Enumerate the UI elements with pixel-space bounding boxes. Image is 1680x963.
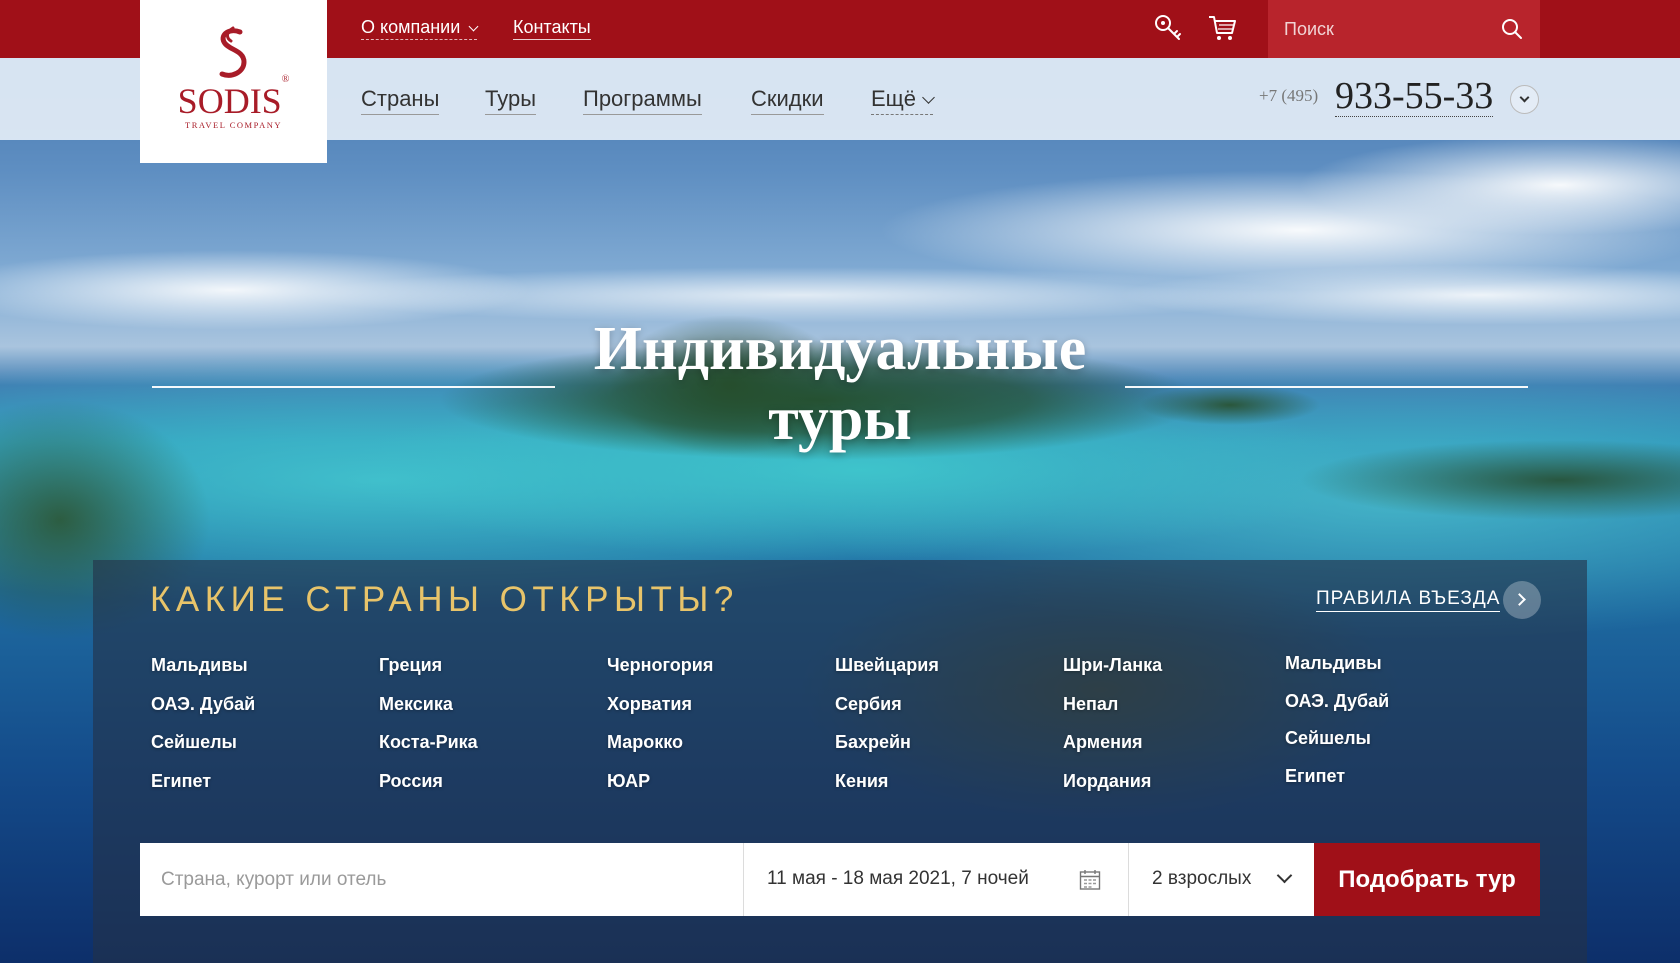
country-link[interactable]: Греция	[379, 654, 478, 693]
guests-value: 2 взрослых	[1152, 868, 1252, 889]
country-link[interactable]: Россия	[379, 770, 478, 809]
hero-title: Индивидуальные туры	[560, 314, 1120, 454]
country-link[interactable]: Черногория	[607, 654, 713, 693]
chevron-down-icon	[1519, 92, 1530, 103]
country-link[interactable]: Мальдивы	[1285, 652, 1389, 690]
cart-icon[interactable]	[1206, 12, 1238, 44]
country-link[interactable]: Армения	[1063, 731, 1162, 770]
chevron-right-icon	[1513, 593, 1526, 606]
country-column-6: Мальдивы ОАЭ. Дубай Сейшелы Египет	[1285, 652, 1389, 802]
nav-item-programs[interactable]: Программы	[583, 86, 702, 115]
search-icon[interactable]	[1500, 17, 1524, 41]
phone-number[interactable]: 933-55-33	[1335, 76, 1494, 117]
country-column-5: Шри-Ланка Непал Армения Иордания	[1063, 654, 1162, 808]
logo[interactable]: SODIS® TRAVEL COMPANY	[140, 0, 327, 163]
chevron-down-icon	[1276, 867, 1293, 884]
logo-tagline: TRAVEL COMPANY	[185, 120, 282, 130]
date-range-value: 11 мая - 18 мая 2021, 7 ночей	[767, 868, 1029, 889]
country-link[interactable]: Марокко	[607, 731, 713, 770]
open-countries-title: КАКИЕ СТРАНЫ ОТКРЫТЫ?	[150, 580, 739, 619]
tour-search-form: 11 мая - 18 мая 2021, 7 ночей 2 взрослых…	[140, 843, 1540, 916]
logo-wordmark: SODIS®	[177, 74, 290, 121]
country-link[interactable]: ОАЭ. Дубай	[151, 693, 255, 732]
date-range-picker[interactable]: 11 мая - 18 мая 2021, 7 ночей	[744, 843, 1128, 916]
country-link[interactable]: Египет	[1285, 765, 1389, 803]
country-link[interactable]: ОАЭ. Дубай	[1285, 690, 1389, 728]
country-link[interactable]: Бахрейн	[835, 731, 939, 770]
country-link[interactable]: Сейшелы	[151, 731, 255, 770]
country-column-4: Швейцария Сербия Бахрейн Кения	[835, 654, 939, 808]
key-icon[interactable]	[1152, 12, 1184, 44]
entry-rules-button[interactable]	[1503, 581, 1541, 619]
about-company-label: О компании	[361, 17, 461, 37]
title-divider-left	[152, 386, 555, 388]
phone-dropdown-button[interactable]	[1510, 85, 1539, 114]
guests-select[interactable]: 2 взрослых	[1129, 843, 1314, 916]
nav-item-discounts[interactable]: Скидки	[751, 86, 824, 115]
country-column-3: Черногория Хорватия Марокко ЮАР	[607, 654, 713, 808]
country-link[interactable]: Иордания	[1063, 770, 1162, 809]
country-link[interactable]: Кения	[835, 770, 939, 809]
chevron-down-icon	[468, 21, 479, 32]
about-company-menu[interactable]: О компании	[361, 17, 479, 40]
logo-emblem-icon	[219, 26, 247, 78]
country-link[interactable]: Мальдивы	[151, 654, 255, 693]
hero-title-line2: туры	[768, 385, 912, 453]
nav-more-label: Ещё	[871, 86, 917, 111]
country-column-2: Греция Мексика Коста-Рика Россия	[379, 654, 478, 808]
country-link[interactable]: Египет	[151, 770, 255, 809]
nav-item-countries[interactable]: Страны	[361, 86, 440, 115]
phone-prefix: +7 (495)	[1259, 86, 1319, 105]
title-divider-right	[1125, 386, 1528, 388]
entry-rules-link[interactable]: ПРАВИЛА ВЪЕЗДА	[1316, 588, 1501, 612]
hero-title-line1: Индивидуальные	[593, 315, 1087, 383]
country-link[interactable]: Непал	[1063, 693, 1162, 732]
country-column-1: Мальдивы ОАЭ. Дубай Сейшелы Египет	[151, 654, 255, 808]
header-search-input[interactable]	[1284, 0, 1494, 58]
contacts-link[interactable]: Контакты	[513, 17, 591, 40]
country-link[interactable]: ЮАР	[607, 770, 713, 809]
calendar-icon	[1079, 870, 1101, 890]
nav-item-tours[interactable]: Туры	[485, 86, 537, 115]
header-search	[1268, 0, 1540, 58]
country-link[interactable]: Мексика	[379, 693, 478, 732]
country-link[interactable]: Швейцария	[835, 654, 939, 693]
country-link[interactable]: Сербия	[835, 693, 939, 732]
country-link[interactable]: Сейшелы	[1285, 727, 1389, 765]
country-link[interactable]: Хорватия	[607, 693, 713, 732]
find-tour-button[interactable]: Подобрать тур	[1314, 843, 1540, 916]
nav-item-more[interactable]: Ещё	[871, 86, 935, 115]
country-link[interactable]: Шри-Ланка	[1063, 654, 1162, 693]
chevron-down-icon	[922, 91, 935, 104]
destination-input[interactable]	[140, 843, 743, 916]
country-link[interactable]: Коста-Рика	[379, 731, 478, 770]
